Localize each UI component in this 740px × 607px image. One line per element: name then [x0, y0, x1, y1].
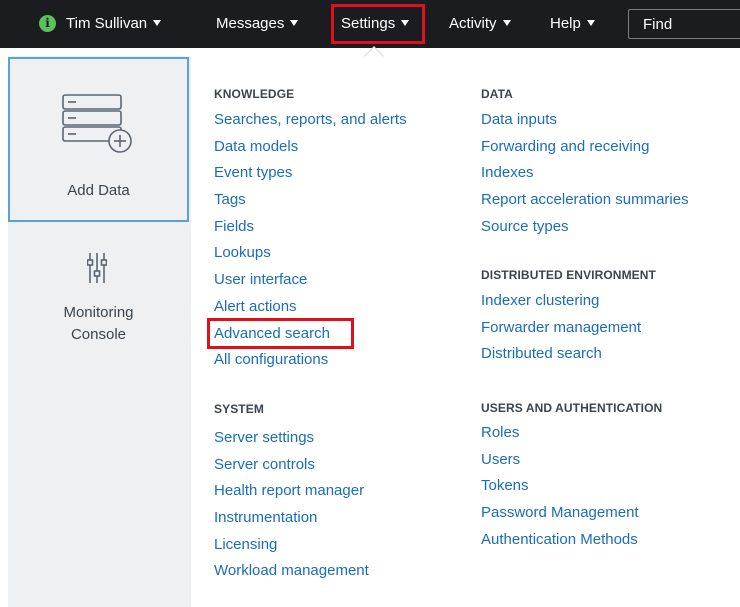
monitoring-console-tile[interactable]: Monitoring Console [8, 240, 189, 360]
help-label: Help [550, 15, 581, 32]
settings-menu[interactable]: Settings [331, 4, 425, 44]
menu-link-alert-actions[interactable]: Alert actions [214, 294, 407, 321]
menu-link-lookups[interactable]: Lookups [214, 240, 407, 267]
dropdown-pointer [364, 46, 384, 66]
menu-link-tokens[interactable]: Tokens [481, 473, 662, 500]
caret-down-icon [586, 20, 595, 27]
menu-link-user-interface[interactable]: User interface [214, 267, 407, 294]
messages-label: Messages [216, 15, 285, 32]
user-name-label: Tim Sullivan [66, 15, 148, 32]
monitoring-label-line2: Console [70, 326, 127, 343]
menu-link-tags[interactable]: Tags [214, 187, 407, 214]
distributed-environment-section: DISTRIBUTED ENVIRONMENT Indexer clusteri… [481, 267, 656, 368]
add-data-label: Add Data [67, 182, 130, 199]
menu-link-all-configurations[interactable]: All configurations [214, 347, 407, 374]
menu-link-forwarder-management[interactable]: Forwarder management [481, 315, 656, 342]
messages-menu[interactable]: Messages [216, 0, 299, 48]
monitoring-label-line1: Monitoring [63, 304, 134, 321]
menu-link-health-report-manager[interactable]: Health report manager [214, 478, 369, 505]
knowledge-heading: KNOWLEDGE [214, 87, 295, 101]
activity-label: Activity [449, 15, 497, 32]
menu-link-report-acceleration-summaries[interactable]: Report acceleration summaries [481, 187, 689, 214]
user-menu[interactable]: Tim Sullivan [66, 0, 162, 48]
help-menu[interactable]: Help [550, 0, 595, 48]
menu-link-server-controls[interactable]: Server controls [214, 452, 369, 479]
add-data-icon [62, 94, 132, 153]
menu-link-event-types[interactable]: Event types [214, 160, 407, 187]
menu-link-server-settings[interactable]: Server settings [214, 425, 369, 452]
menu-link-fields[interactable]: Fields [214, 214, 407, 241]
activity-menu[interactable]: Activity [449, 0, 511, 48]
menu-link-indexes[interactable]: Indexes [481, 160, 689, 187]
menu-link-instrumentation[interactable]: Instrumentation [214, 505, 369, 532]
menu-link-workload-management[interactable]: Workload management [214, 558, 369, 585]
add-data-tile[interactable]: Add Data [8, 57, 189, 222]
menu-link-password-management[interactable]: Password Management [481, 500, 662, 527]
top-nav-bar: i Tim Sullivan Messages Settings Activit… [0, 0, 740, 48]
menu-link-data-models[interactable]: Data models [214, 134, 407, 161]
caret-down-icon [153, 20, 162, 27]
find-input[interactable] [628, 9, 740, 39]
menu-link-searches-reports-alerts[interactable]: Searches, reports, and alerts [214, 107, 407, 134]
users-authentication-section: USERS AND AUTHENTICATION Roles Users Tok… [481, 400, 662, 553]
menu-link-licensing[interactable]: Licensing [214, 532, 369, 559]
menu-link-data-inputs[interactable]: Data inputs [481, 107, 689, 134]
monitoring-console-icon [87, 253, 107, 283]
users-authentication-heading: USERS AND AUTHENTICATION [481, 401, 663, 415]
caret-down-icon [290, 20, 299, 27]
caret-down-icon [401, 20, 410, 27]
menu-link-users[interactable]: Users [481, 447, 662, 474]
menu-link-roles[interactable]: Roles [481, 420, 662, 447]
data-heading: DATA [481, 87, 513, 101]
info-icon[interactable]: i [39, 15, 56, 32]
distributed-environment-heading: DISTRIBUTED ENVIRONMENT [481, 268, 656, 282]
caret-down-icon [502, 20, 511, 27]
system-section: SYSTEM Server settings Server controls H… [214, 401, 369, 585]
monitoring-console-label: Monitoring Console [8, 302, 189, 346]
menu-link-authentication-methods[interactable]: Authentication Methods [481, 527, 662, 554]
menu-link-forwarding-receiving[interactable]: Forwarding and receiving [481, 134, 689, 161]
menu-link-distributed-search[interactable]: Distributed search [481, 341, 656, 368]
menu-link-source-types[interactable]: Source types [481, 214, 689, 241]
data-section: DATA Data inputs Forwarding and receivin… [481, 86, 689, 240]
advanced-search-highlight [207, 318, 354, 349]
settings-label: Settings [341, 15, 396, 32]
system-heading: SYSTEM [214, 402, 264, 416]
menu-link-indexer-clustering[interactable]: Indexer clustering [481, 288, 656, 315]
